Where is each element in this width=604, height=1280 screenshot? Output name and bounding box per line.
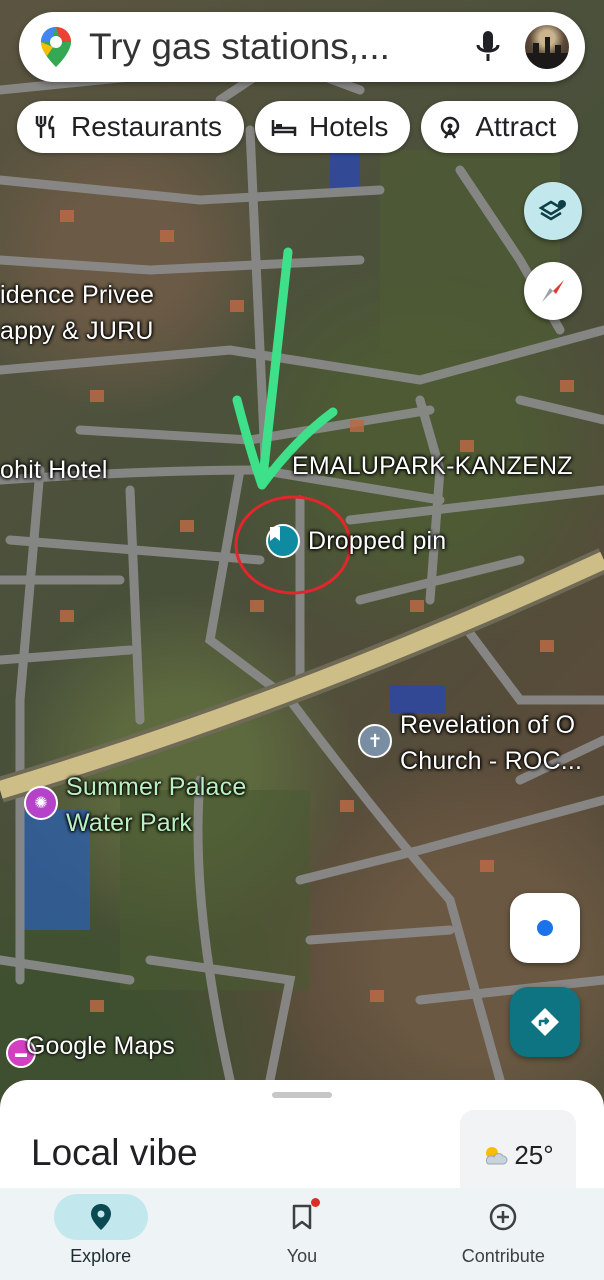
- weather-temp: 25°: [514, 1139, 554, 1170]
- bookmark-icon: [292, 1204, 312, 1230]
- sheet-drag-handle[interactable]: [272, 1092, 332, 1098]
- sheet-title: Local vibe: [31, 1132, 198, 1173]
- layers-icon: [538, 200, 566, 221]
- chip-hotels[interactable]: Hotels: [254, 101, 411, 153]
- compass-icon: [542, 280, 564, 302]
- nav-explore-label: Explore: [70, 1246, 132, 1266]
- cross-icon: ✝: [367, 730, 383, 751]
- google-maps-watermark: Google Maps: [26, 1032, 175, 1060]
- my-location-button[interactable]: [510, 893, 580, 963]
- attraction-icon: ✺: [34, 795, 48, 812]
- nav-you-pill: [255, 1194, 349, 1240]
- nav-contribute-label: Contribute: [461, 1246, 545, 1266]
- bookmark-icon: [270, 527, 280, 541]
- directions-icon: [531, 1008, 559, 1036]
- map-label-residence[interactable]: idence Privee: [0, 281, 154, 310]
- fork-knife-icon: [35, 115, 55, 138]
- nav-you-label: You: [286, 1246, 318, 1266]
- chip-attractions-label: Attract: [475, 111, 557, 142]
- chip-restaurants[interactable]: Restaurants: [17, 101, 244, 153]
- dropped-pin-marker[interactable]: [266, 524, 300, 558]
- plus-circle-icon: [490, 1203, 517, 1231]
- nav-you[interactable]: You: [201, 1188, 402, 1280]
- bottom-navigation: Explore You Contribute: [0, 1188, 604, 1280]
- partly-sunny-icon: [486, 1147, 508, 1165]
- microphone-icon[interactable]: [473, 27, 503, 67]
- map-label-water-line2[interactable]: Water Park: [66, 809, 192, 838]
- chip-hotels-label: Hotels: [308, 111, 389, 142]
- layers-button[interactable]: [524, 182, 582, 240]
- attraction-icon: [441, 116, 460, 139]
- map-label-water-line1[interactable]: Summer Palace: [66, 773, 246, 802]
- directions-button[interactable]: [510, 987, 580, 1057]
- bed-icon: [271, 120, 297, 136]
- skyline-avatar-image: [525, 37, 569, 69]
- search-input[interactable]: Try gas stations,...: [89, 26, 473, 68]
- map-label-happy[interactable]: appy & JURU: [0, 317, 154, 346]
- nav-explore-pill: [53, 1194, 148, 1240]
- nav-explore[interactable]: Explore: [0, 1188, 201, 1280]
- water-park-marker[interactable]: ✺: [24, 786, 58, 820]
- avatar[interactable]: [525, 25, 569, 69]
- map-label-church-line2[interactable]: Church - ROC...: [400, 747, 582, 776]
- map-label-emalupark[interactable]: EMALUPARK-KANZENZ: [292, 452, 573, 481]
- chip-restaurants-label: Restaurants: [71, 111, 222, 142]
- map-label-church-line1[interactable]: Revelation of O: [400, 711, 575, 740]
- location-pin-icon: [90, 1204, 111, 1230]
- location-dot-icon: [537, 920, 553, 936]
- nav-contribute[interactable]: Contribute: [403, 1188, 604, 1280]
- category-chips: Restaurants Hotels Attract: [17, 101, 579, 153]
- weather-card[interactable]: 25°: [460, 1110, 576, 1200]
- church-marker[interactable]: ✝: [358, 724, 392, 758]
- nav-contribute-pill: [456, 1194, 550, 1240]
- map-label-hotel[interactable]: ohit Hotel: [0, 456, 108, 485]
- chip-attractions[interactable]: Attract: [421, 101, 579, 153]
- map-label-dropped-pin[interactable]: Dropped pin: [308, 527, 446, 556]
- bottom-sheet[interactable]: Local vibe 25°: [0, 1080, 604, 1200]
- compass-button[interactable]: [524, 262, 582, 320]
- search-bar[interactable]: Try gas stations,...: [19, 12, 585, 82]
- google-maps-pin-icon: [41, 27, 71, 67]
